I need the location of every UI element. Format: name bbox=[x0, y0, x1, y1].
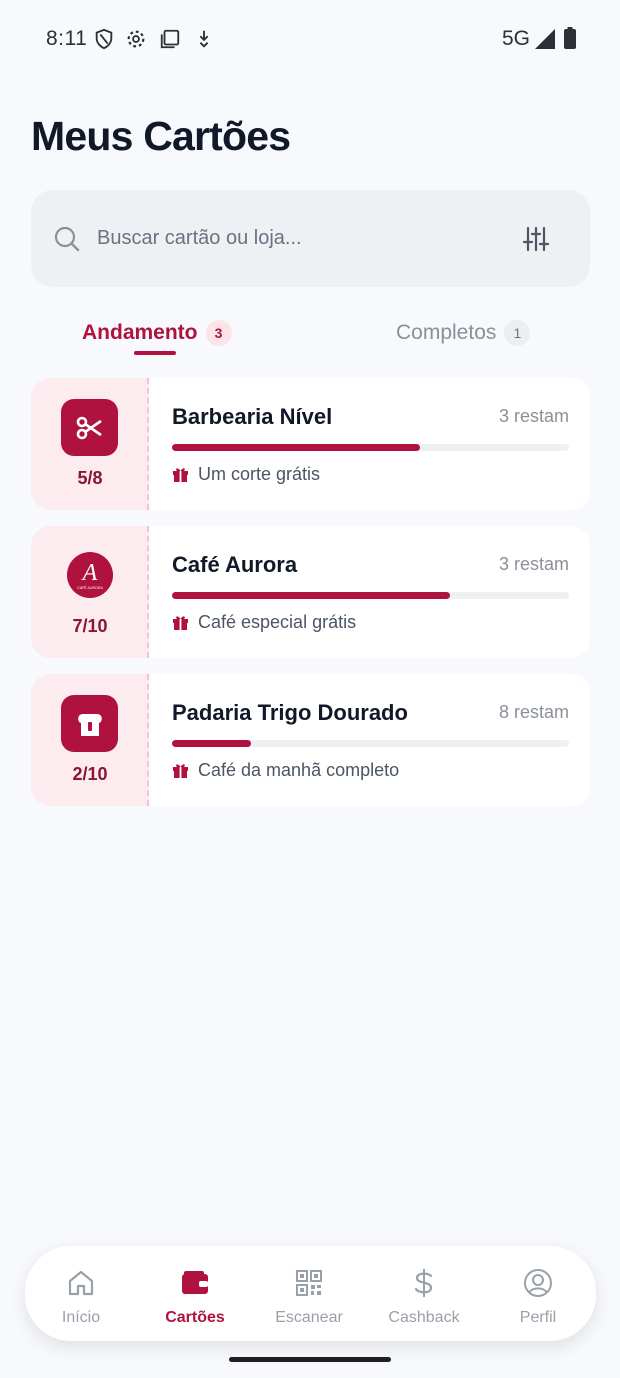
tab-label: Andamento bbox=[82, 321, 198, 344]
reward-text: Café especial grátis bbox=[198, 612, 357, 632]
store-logo bbox=[61, 695, 118, 752]
bread-icon bbox=[77, 713, 102, 736]
tab-count-badge: 3 bbox=[205, 320, 232, 346]
nav-label: Cartões bbox=[165, 1309, 225, 1326]
progress-fill bbox=[172, 444, 421, 451]
nav-label: Perfil bbox=[519, 1309, 557, 1326]
filter-sliders-icon[interactable] bbox=[522, 226, 550, 252]
card-stub: 2/10 bbox=[31, 674, 149, 806]
search-icon bbox=[54, 226, 80, 252]
nav-item-inicio[interactable]: Início bbox=[31, 1246, 131, 1341]
card-stub: A CAFÉ AURORA 7/10 bbox=[31, 526, 149, 658]
qr-code-icon bbox=[296, 1270, 322, 1296]
nav-item-escanear[interactable]: Escanear bbox=[259, 1246, 359, 1341]
card-body: Café Aurora 3 restam Café especial gráti… bbox=[151, 526, 590, 658]
page-title: Meus Cartões bbox=[31, 113, 291, 159]
tab-count-badge: 1 bbox=[504, 320, 531, 346]
tab-completos[interactable]: Completos 1 bbox=[396, 308, 531, 358]
nav-item-cashback[interactable]: Cashback bbox=[374, 1246, 474, 1341]
wallet-icon bbox=[182, 1271, 208, 1294]
home-indicator[interactable] bbox=[229, 1357, 391, 1362]
active-tab-indicator bbox=[134, 351, 176, 355]
nav-label: Escanear bbox=[275, 1309, 343, 1326]
cafe-aurora-logo: A CAFÉ AURORA bbox=[67, 552, 113, 598]
nav-item-perfil[interactable]: Perfil bbox=[488, 1246, 588, 1341]
remaining-count: 3 restam bbox=[498, 554, 569, 574]
status-time: 8:11 bbox=[46, 27, 88, 50]
scissors-icon bbox=[76, 416, 102, 439]
search-input[interactable] bbox=[97, 218, 497, 258]
battery-icon bbox=[564, 27, 576, 49]
loyalty-card[interactable]: 5/8 Barbearia Nível 3 restam Um corte gr… bbox=[31, 378, 590, 510]
stamp-count: 2/10 bbox=[72, 764, 108, 784]
reward: Café especial grátis bbox=[172, 612, 356, 633]
remaining-count: 8 restam bbox=[498, 702, 569, 722]
gift-icon bbox=[173, 616, 188, 630]
logo-letter: A bbox=[81, 560, 98, 586]
reward-text: Um corte grátis bbox=[198, 464, 321, 484]
store-name: Barbearia Nível bbox=[172, 404, 333, 429]
stamp-count: 7/10 bbox=[72, 616, 108, 636]
signal-icon bbox=[535, 29, 555, 49]
progress-fill bbox=[172, 592, 450, 599]
bottom-nav: Início Cartões Escanear Cashback Perfil bbox=[25, 1246, 596, 1341]
stamp-count: 5/8 bbox=[77, 468, 103, 488]
reward: Café da manhã completo bbox=[172, 760, 399, 781]
loyalty-card[interactable]: A CAFÉ AURORA 7/10 Café Aurora 3 restam … bbox=[31, 526, 590, 658]
loyalty-card[interactable]: 2/10 Padaria Trigo Dourado 8 restam Café… bbox=[31, 674, 590, 806]
progress-bar bbox=[172, 740, 569, 747]
gift-icon bbox=[173, 764, 188, 778]
download-icon bbox=[199, 30, 209, 48]
nav-label: Cashback bbox=[388, 1309, 460, 1326]
reward: Um corte grátis bbox=[172, 464, 320, 485]
store-name: Padaria Trigo Dourado bbox=[172, 700, 408, 725]
cafe-aurora-logo-mark: A CAFÉ AURORA bbox=[77, 560, 103, 590]
tab-label: Completos bbox=[396, 321, 497, 344]
store-name: Café Aurora bbox=[172, 552, 298, 577]
card-stub: 5/8 bbox=[31, 378, 149, 510]
reward-text: Café da manhã completo bbox=[198, 760, 400, 780]
store-logo bbox=[61, 399, 118, 456]
home-icon bbox=[68, 1270, 94, 1296]
progress-bar bbox=[172, 592, 569, 599]
shield-icon bbox=[95, 28, 113, 50]
progress-bar bbox=[172, 444, 569, 451]
nav-item-cartoes[interactable]: Cartões bbox=[145, 1246, 245, 1341]
logo-text: CAFÉ AURORA bbox=[77, 585, 103, 590]
nav-label: Início bbox=[61, 1309, 101, 1326]
screen-icon bbox=[160, 29, 180, 49]
card-body: Padaria Trigo Dourado 8 restam Café da m… bbox=[151, 674, 590, 806]
gift-icon bbox=[173, 468, 188, 482]
status-bar: 8:11 5G bbox=[0, 0, 620, 80]
dollar-icon bbox=[414, 1269, 433, 1297]
settings-gear-icon bbox=[127, 30, 145, 48]
remaining-count: 3 restam bbox=[498, 406, 569, 426]
search-bar[interactable] bbox=[31, 190, 590, 287]
network-label: 5G bbox=[502, 27, 531, 50]
card-body: Barbearia Nível 3 restam Um corte grátis bbox=[151, 378, 590, 510]
progress-fill bbox=[172, 740, 252, 747]
profile-icon bbox=[524, 1269, 552, 1297]
